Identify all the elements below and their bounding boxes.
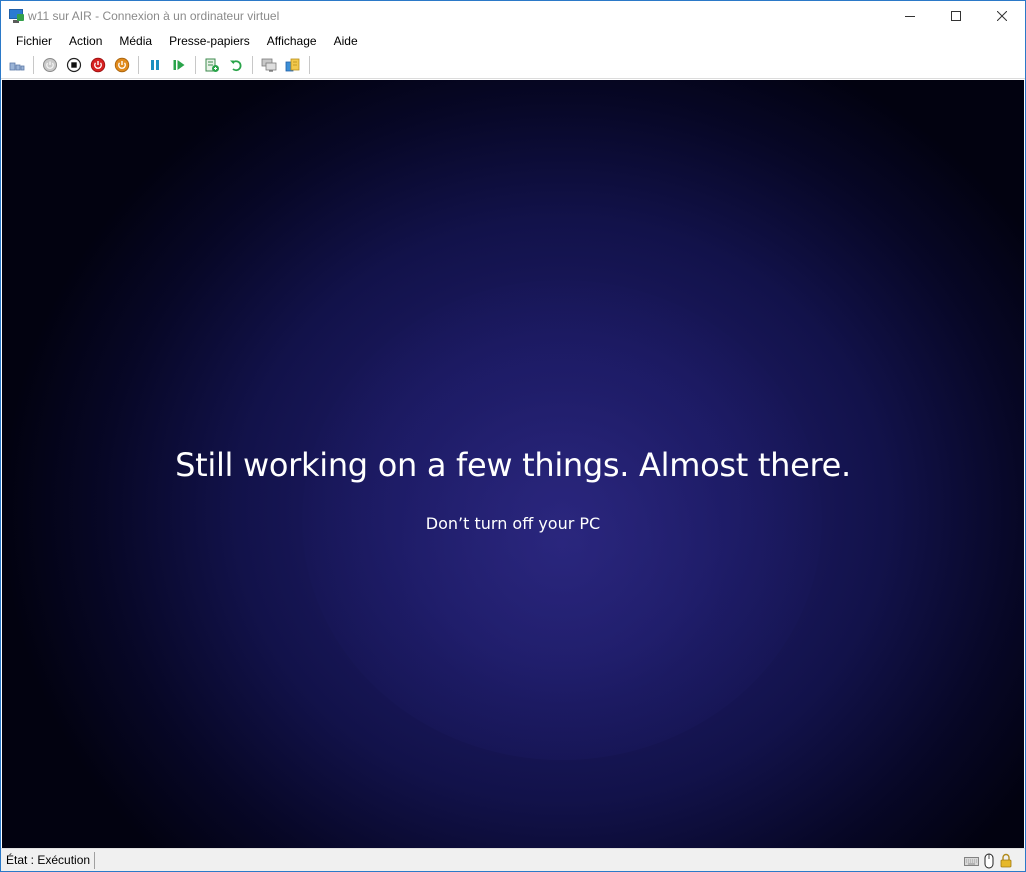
ctrl-alt-del-icon: [9, 62, 25, 71]
toolbar: [1, 52, 1025, 79]
toolbar-separator: [195, 56, 196, 74]
resume-icon: [173, 60, 185, 70]
checkpoint-button[interactable]: [200, 54, 224, 76]
menu-fichier[interactable]: Fichier: [8, 30, 61, 52]
save-icon: [114, 57, 130, 73]
enhanced-session-button[interactable]: [257, 54, 281, 76]
lock-icon: [1000, 853, 1011, 868]
mouse-indicator[interactable]: [981, 852, 996, 869]
caption-buttons: [887, 1, 1025, 30]
title-bar[interactable]: w11 sur AIR - Connexion à un ordinateur …: [1, 1, 1025, 30]
shut-down-icon: [90, 57, 106, 73]
start-icon: [43, 58, 57, 72]
window-title: w11 sur AIR - Connexion à un ordinateur …: [28, 8, 280, 23]
keyboard-indicator[interactable]: [964, 852, 979, 869]
vm-state-label: État : Exécution: [6, 853, 91, 867]
start-button[interactable]: [38, 54, 62, 76]
status-bar: État : Exécution: [1, 848, 1025, 871]
menu-aide[interactable]: Aide: [326, 30, 367, 52]
ctrl-alt-del-button[interactable]: [5, 54, 29, 76]
toolbar-separator: [138, 56, 139, 74]
vm-connect-app-icon: [8, 8, 24, 24]
lock-indicator[interactable]: [998, 852, 1013, 869]
maximize-icon: [951, 10, 961, 21]
resume-button[interactable]: [167, 54, 191, 76]
close-button[interactable]: [979, 1, 1025, 30]
status-separator: [94, 851, 96, 869]
shut-down-button[interactable]: [86, 54, 110, 76]
close-icon: [997, 10, 1007, 21]
minimize-icon: [905, 15, 915, 17]
toolbar-separator: [252, 56, 253, 74]
menu-media[interactable]: Média: [111, 30, 161, 52]
save-button[interactable]: [110, 54, 134, 76]
revert-button[interactable]: [224, 54, 248, 76]
menu-presse-papiers[interactable]: Presse-papiers: [161, 30, 259, 52]
toolbar-separator: [33, 56, 34, 74]
menu-affichage[interactable]: Affichage: [259, 30, 326, 52]
mouse-icon: [984, 853, 993, 868]
setup-status-message: Still working on a few things. Almost th…: [175, 446, 851, 484]
menu-action[interactable]: Action: [61, 30, 111, 52]
setup-warning-message: Don’t turn off your PC: [425, 514, 601, 533]
turn-off-icon: [66, 57, 82, 73]
pause-button[interactable]: [143, 54, 167, 76]
pause-icon: [151, 60, 159, 70]
vm-connection-window: w11 sur AIR - Connexion à un ordinateur …: [0, 0, 1026, 872]
share-icon: [285, 58, 300, 72]
status-icons: [964, 852, 1013, 869]
keyboard-icon: [964, 856, 979, 866]
share-button[interactable]: [281, 54, 305, 76]
enhanced-session-icon: [261, 58, 277, 72]
checkpoint-icon: [205, 58, 219, 72]
toolbar-separator: [309, 56, 310, 74]
maximize-button[interactable]: [933, 1, 979, 30]
revert-icon: [230, 60, 242, 72]
turn-off-button[interactable]: [62, 54, 86, 76]
minimize-button[interactable]: [887, 1, 933, 30]
vm-display[interactable]: Still working on a few things. Almost th…: [2, 80, 1024, 848]
menu-bar: Fichier Action Média Presse-papiers Affi…: [1, 30, 1025, 52]
